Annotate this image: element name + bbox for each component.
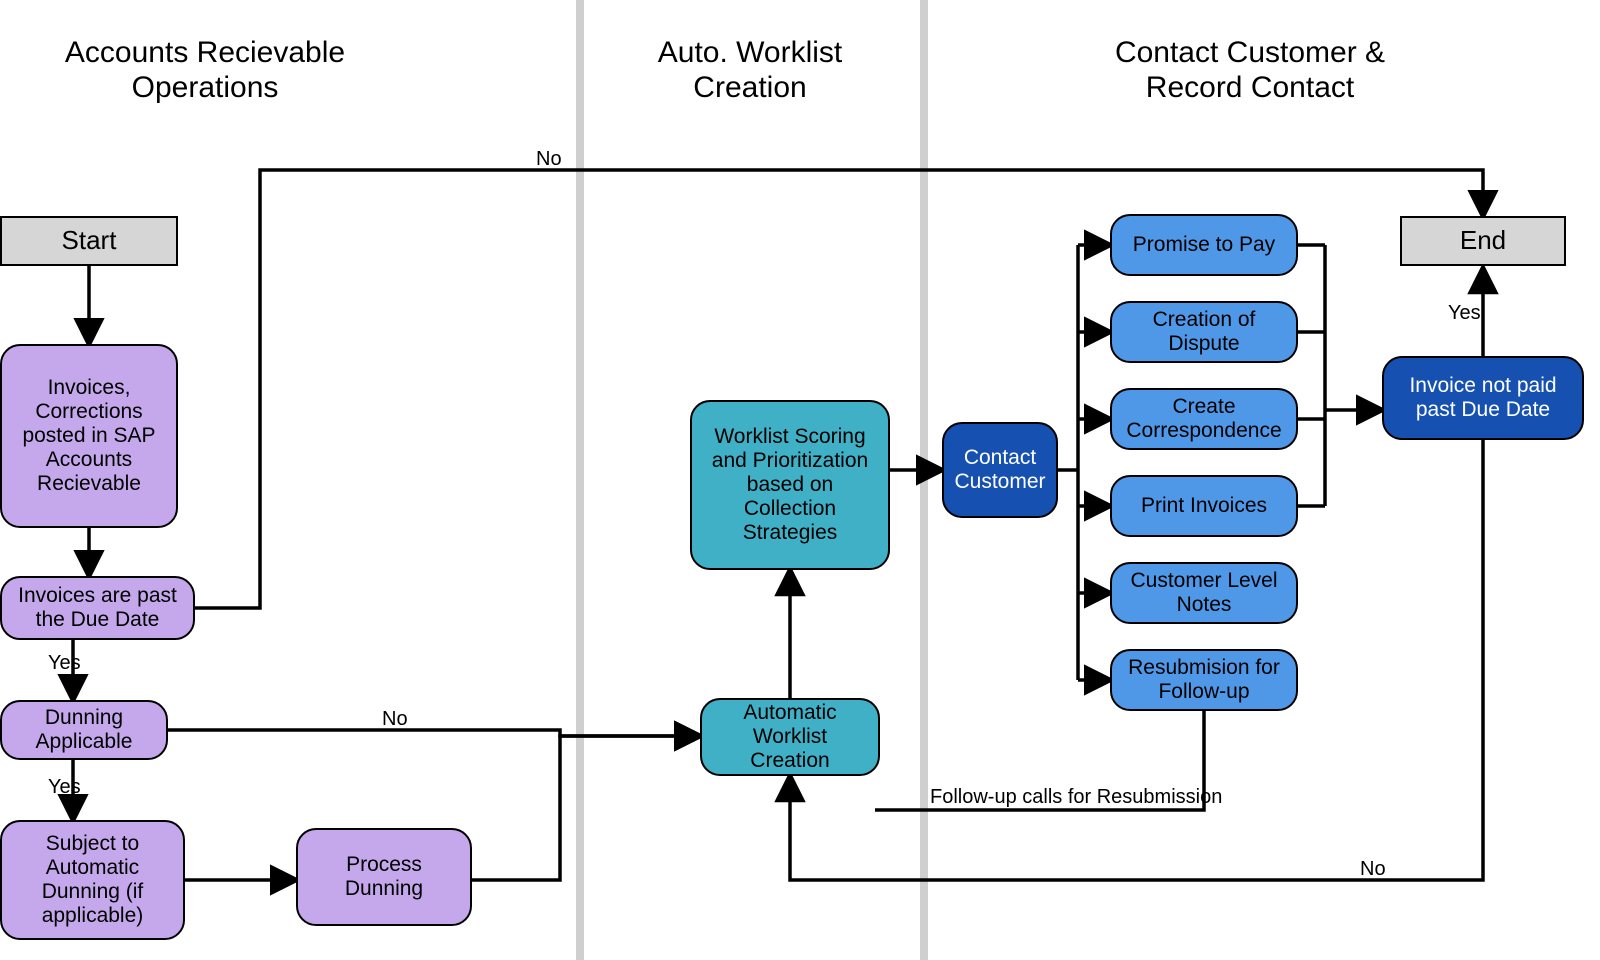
label-no-dunning: No: [382, 708, 408, 731]
promise-to-pay-node: Promise to Pay: [1110, 214, 1298, 276]
process-dunning-node: Process Dunning: [296, 828, 472, 926]
resubmission-node: Resubmision for Follow-up: [1110, 649, 1298, 711]
auto-worklist-node: Automatic Worklist Creation: [700, 698, 880, 776]
subject-dunning-node: Subject to Automatic Dunning (if applica…: [0, 820, 185, 940]
end-node: End: [1400, 216, 1566, 266]
label-yes-end: Yes: [1448, 302, 1481, 325]
dunning-applicable-node: Dunning Applicable: [0, 700, 168, 760]
lane-title-2: Auto. Worklist Creation: [610, 36, 890, 105]
label-yes-dunning: Yes: [48, 776, 81, 799]
lane-title-1: Accounts Recievable Operations: [40, 36, 370, 105]
label-no-top: No: [536, 148, 562, 171]
contact-customer-node: Contact Customer: [942, 422, 1058, 518]
customer-notes-node: Customer Level Notes: [1110, 562, 1298, 624]
start-node: Start: [0, 216, 178, 266]
label-followup: Follow-up calls for Resubmission: [930, 786, 1222, 809]
create-correspondence-node: Create Correspondence: [1110, 388, 1298, 450]
print-invoices-node: Print Invoices: [1110, 475, 1298, 537]
past-due-node: Invoices are past the Due Date: [0, 576, 195, 640]
worklist-scoring-node: Worklist Scoring and Prioritization base…: [690, 400, 890, 570]
lane-title-3: Contact Customer & Record Contact: [1000, 36, 1500, 105]
invoice-not-paid-node: Invoice not paid past Due Date: [1382, 356, 1584, 440]
label-no-invoice: No: [1360, 858, 1386, 881]
label-yes-pastdue: Yes: [48, 652, 81, 675]
lane-separator-2: [920, 0, 928, 960]
invoices-posted-node: Invoices, Corrections posted in SAP Acco…: [0, 344, 178, 528]
creation-dispute-node: Creation of Dispute: [1110, 301, 1298, 363]
lane-separator-1: [576, 0, 584, 960]
diagram-stage: Accounts Recievable Operations Auto. Wor…: [0, 0, 1600, 960]
